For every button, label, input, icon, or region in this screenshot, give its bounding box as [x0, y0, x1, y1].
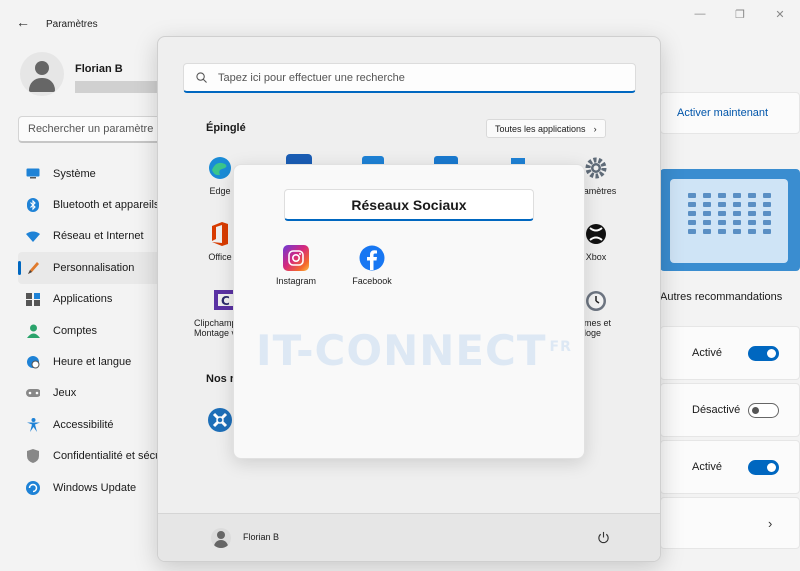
xbox-icon [583, 221, 609, 247]
toggle-switch[interactable] [748, 403, 779, 418]
nav-item-gaming[interactable]: Jeux [18, 378, 168, 409]
folder-name-input[interactable]: Réseaux Sociaux [284, 189, 534, 221]
search-icon [196, 72, 207, 83]
folder-app-instagram[interactable]: Instagram [260, 245, 332, 286]
toggle-state-label: Activé [692, 461, 722, 473]
search-placeholder: Tapez ici pour effectuer une recherche [218, 71, 405, 84]
setting-row-link[interactable]: › [660, 497, 800, 549]
nav-label: Personnalisation [53, 261, 135, 274]
accessibility-icon [26, 417, 40, 432]
profile-email-redacted [75, 81, 165, 93]
alarm-clock-icon [583, 287, 609, 313]
nav-label: Réseau et Internet [53, 230, 144, 243]
toggle-state-label: Activé [692, 347, 722, 359]
activate-now-button[interactable]: Activer maintenant [677, 107, 768, 119]
nav-item-network[interactable]: Réseau et Internet [18, 221, 168, 252]
nav-label: Applications [53, 293, 113, 306]
nav-item-privacy[interactable]: Confidentialité et sécurité [18, 441, 177, 472]
calendar-icon[interactable] [362, 156, 384, 164]
globe-clock-icon [26, 355, 40, 369]
setting-row: Désactivé [660, 383, 800, 437]
pinned-title: Épinglé [206, 122, 246, 134]
start-footer: Florian B [158, 513, 660, 561]
account-icon [26, 324, 40, 338]
facebook-icon [359, 245, 385, 271]
wifi-icon [26, 229, 40, 243]
shield-icon [26, 449, 40, 464]
nav-item-personalization[interactable]: Personnalisation [18, 252, 168, 284]
office-icon [207, 221, 233, 247]
nav-item-windows-update[interactable]: Windows Update [18, 472, 168, 503]
briefcase-icon[interactable] [434, 156, 458, 164]
nav-item-apps[interactable]: Applications [18, 284, 168, 315]
update-icon [26, 480, 40, 495]
app-icon-partial[interactable] [286, 154, 312, 164]
setting-row: Activé [660, 440, 800, 494]
nav-label: Windows Update [53, 481, 137, 494]
recommended-title: Nos r [206, 373, 235, 385]
avatar [20, 52, 64, 96]
nav-item-system[interactable]: Système [18, 158, 168, 189]
toggle-switch[interactable] [748, 460, 779, 475]
nav-label: Accessibilité [53, 418, 114, 431]
power-icon[interactable] [597, 531, 610, 544]
nav-item-bluetooth[interactable]: Bluetooth et appareils [18, 189, 168, 220]
apps-icon [26, 292, 40, 306]
svg-text:C: C [221, 294, 230, 308]
nav-item-accessibility[interactable]: Accessibilité [18, 409, 168, 440]
monitor-icon [26, 167, 40, 181]
settings-gear-icon [583, 155, 609, 181]
toggle-state-label: Désactivé [692, 404, 741, 416]
preview-start-menu [670, 179, 788, 263]
profile-name: Florian B [75, 63, 123, 75]
tile-label: Facebook [352, 276, 392, 286]
chevron-right-icon: › [593, 123, 597, 134]
app-title: Paramètres [46, 19, 98, 30]
settings-nav: Système Bluetooth et appareils Réseau et… [18, 158, 177, 503]
recommendations-title: Autres recommandations [660, 291, 783, 303]
instagram-icon [283, 245, 309, 271]
nav-item-time-language[interactable]: Heure et langue [18, 346, 168, 377]
chevron-right-icon: › [768, 516, 773, 531]
theme-preview [660, 169, 800, 271]
setting-row: Activé [660, 326, 800, 380]
start-search-input[interactable]: Tapez ici pour effectuer une recherche [183, 63, 636, 93]
back-arrow-icon[interactable]: ← [16, 14, 30, 30]
footer-user-name[interactable]: Florian B [243, 532, 279, 542]
settings-content: Activer maintenant Autres recommandation… [645, 0, 800, 571]
nav-label: Heure et langue [53, 356, 132, 369]
nav-item-accounts[interactable]: Comptes [18, 315, 168, 346]
activation-banner: Activer maintenant [660, 92, 800, 134]
nav-label: Jeux [53, 387, 77, 400]
settings-search-input[interactable]: Rechercher un paramètre [18, 116, 168, 143]
gamepad-icon [26, 386, 40, 400]
bluetooth-icon [26, 198, 40, 213]
folder-popup: Réseaux Sociaux Instagram Facebook [233, 164, 585, 459]
recommended-item-icon[interactable] [207, 407, 233, 433]
nav-label: Bluetooth et appareils [53, 199, 160, 212]
folder-app-facebook[interactable]: Facebook [336, 245, 408, 286]
nav-label: Système [53, 167, 96, 180]
brush-icon [26, 261, 40, 275]
nav-label: Comptes [53, 324, 98, 337]
toggle-switch[interactable] [748, 346, 779, 361]
all-apps-label: Toutes les applications [495, 123, 586, 134]
tile-label: Instagram [275, 276, 317, 286]
avatar[interactable] [211, 528, 231, 548]
edge-icon [207, 155, 233, 181]
all-apps-button[interactable]: Toutes les applications › [486, 119, 606, 138]
